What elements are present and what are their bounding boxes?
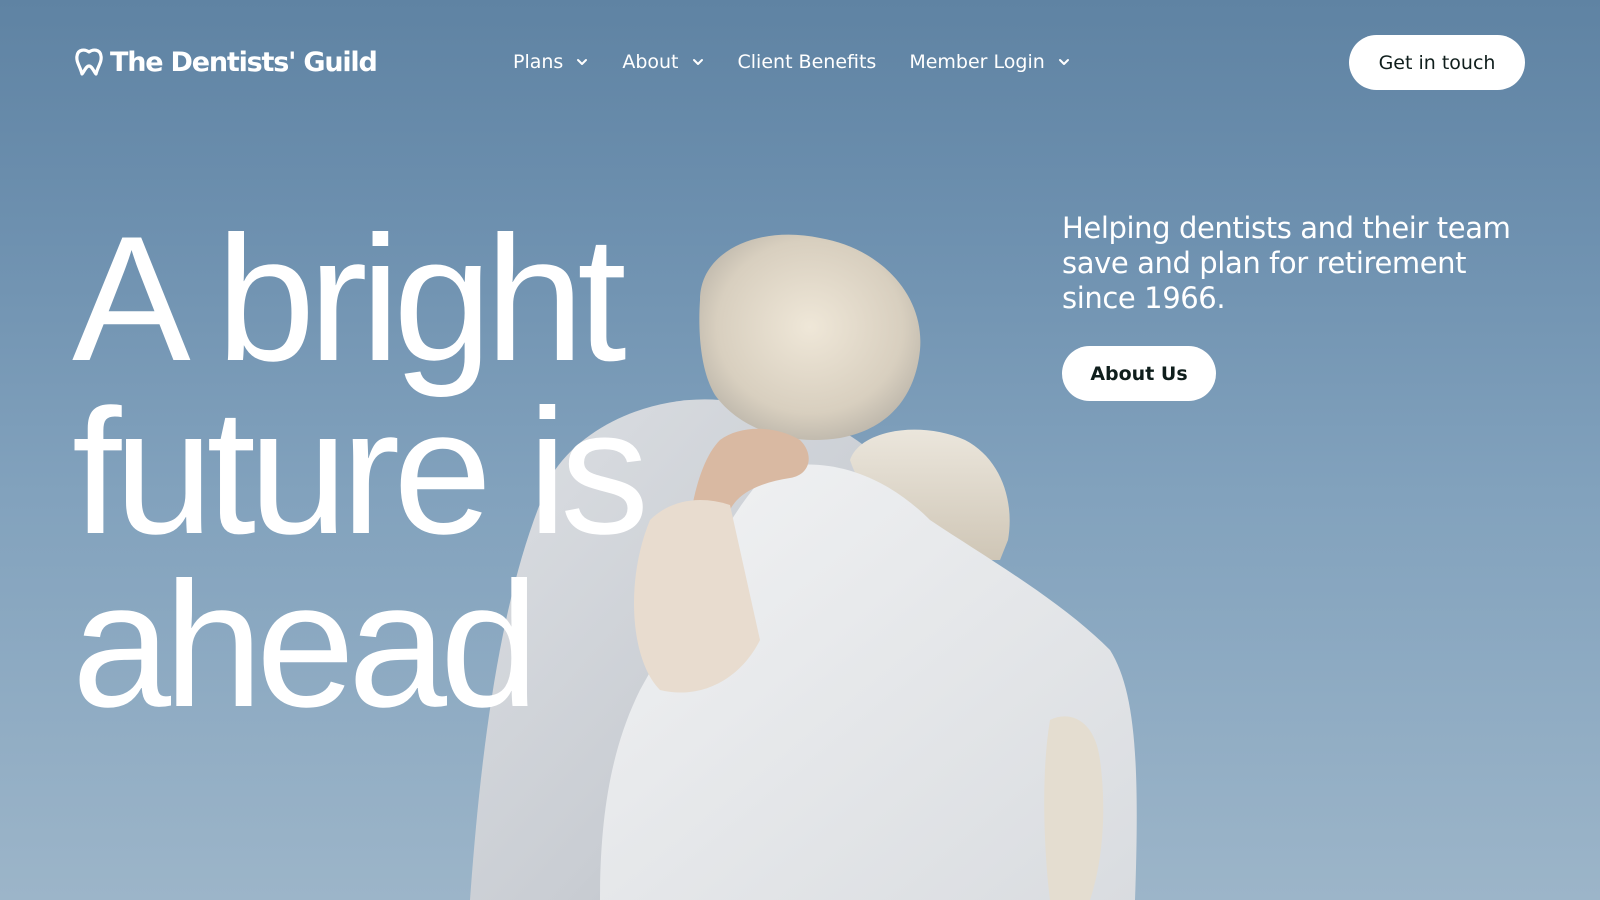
nav-item-client-benefits[interactable]: Client Benefits (738, 51, 877, 73)
chevron-down-icon (577, 59, 588, 65)
headline-line: future is (72, 372, 649, 571)
main-nav: Plans About Client Benefits Member Login (513, 44, 1104, 80)
site-header: The Dentists' Guild Plans About Client B… (0, 0, 1600, 125)
tooth-logo-icon (75, 48, 103, 76)
chevron-down-icon (692, 59, 703, 65)
headline-line: A bright (72, 199, 627, 398)
nav-item-plans[interactable]: Plans (513, 51, 589, 73)
headline-line: ahead (72, 545, 539, 744)
hero-tagline: Helping dentists and their team save and… (1062, 211, 1511, 315)
hero-headline: A bright future is ahead (72, 199, 792, 744)
logo-text: The Dentists' Guild (110, 46, 378, 78)
chevron-down-icon (1058, 59, 1069, 65)
nav-item-label: Plans (513, 51, 564, 73)
get-in-touch-button[interactable]: Get in touch (1349, 35, 1525, 90)
logo-link[interactable]: The Dentists' Guild (74, 44, 378, 80)
nav-item-label: About (622, 51, 679, 73)
nav-item-label: Member Login (909, 51, 1045, 73)
about-us-button[interactable]: About Us (1062, 346, 1216, 401)
nav-item-member-login[interactable]: Member Login (909, 51, 1070, 73)
hero-section: The Dentists' Guild Plans About Client B… (0, 0, 1600, 900)
nav-item-about[interactable]: About (622, 51, 704, 73)
nav-item-label: Client Benefits (737, 51, 877, 73)
